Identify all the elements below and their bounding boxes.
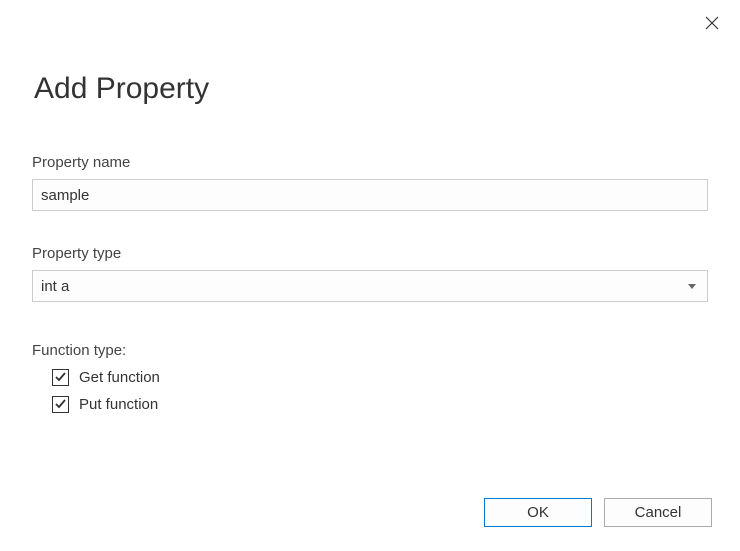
checkmark-icon bbox=[54, 397, 67, 413]
cancel-button[interactable]: Cancel bbox=[604, 498, 712, 527]
property-type-combobox[interactable]: int a bbox=[32, 270, 708, 302]
function-type-group: Function type: Get function bbox=[32, 342, 708, 413]
property-type-label: Property type bbox=[32, 245, 708, 262]
get-function-label: Get function bbox=[79, 369, 160, 386]
function-type-label: Function type: bbox=[32, 342, 708, 359]
property-name-group: Property name bbox=[32, 154, 708, 211]
close-icon bbox=[705, 16, 719, 33]
get-function-row: Get function bbox=[32, 369, 708, 386]
property-type-group: Property type int a bbox=[32, 245, 708, 302]
put-function-checkbox[interactable] bbox=[52, 396, 69, 413]
get-function-checkbox[interactable] bbox=[52, 369, 69, 386]
put-function-label: Put function bbox=[79, 396, 158, 413]
dialog-title: Add Property bbox=[0, 0, 740, 106]
chevron-down-icon bbox=[687, 281, 697, 291]
dialog-content: Property name Property type int a Functi… bbox=[0, 106, 740, 413]
add-property-dialog: Add Property Property name Property type… bbox=[0, 0, 740, 551]
property-type-value: int a bbox=[41, 278, 69, 295]
put-function-row: Put function bbox=[32, 396, 708, 413]
close-button[interactable] bbox=[704, 16, 720, 32]
property-name-input[interactable] bbox=[32, 179, 708, 211]
dialog-buttons: OK Cancel bbox=[484, 498, 712, 527]
checkmark-icon bbox=[54, 370, 67, 386]
property-name-label: Property name bbox=[32, 154, 708, 171]
ok-button[interactable]: OK bbox=[484, 498, 592, 527]
